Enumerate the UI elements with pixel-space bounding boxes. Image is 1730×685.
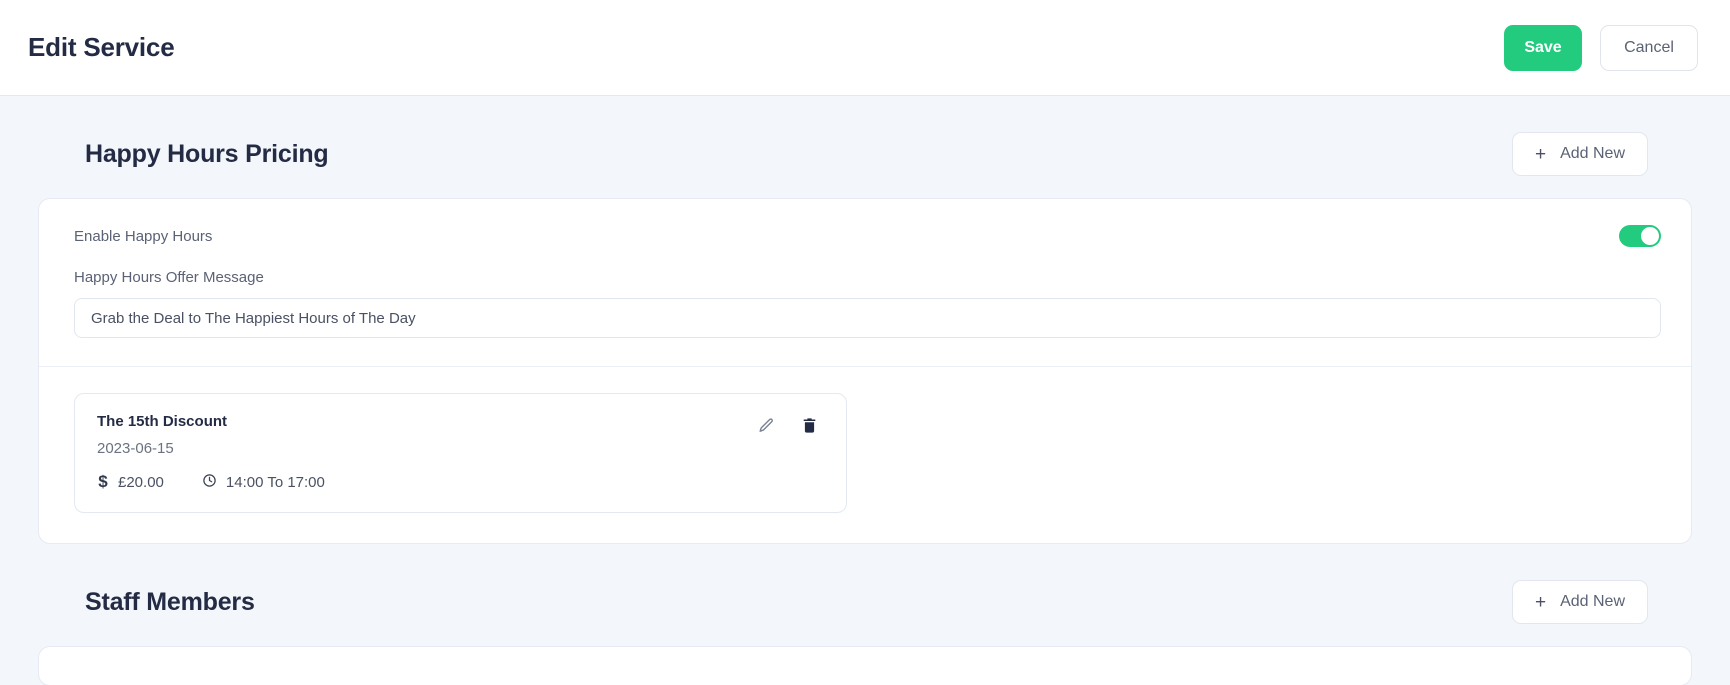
page-title: Edit Service [28, 32, 175, 62]
page-body: Happy Hours Pricing + Add New Enable Hap… [0, 96, 1730, 685]
cancel-button[interactable]: Cancel [1600, 24, 1698, 71]
happy-hours-form: Enable Happy Hours Happy Hours Offer Mes… [39, 199, 1691, 366]
discount-date: 2023-06-15 [97, 440, 174, 457]
discount-item[interactable]: The 15th Discount 2023-06-15 $ £20.00 14… [74, 393, 847, 513]
dollar-icon: $ [98, 472, 108, 491]
happy-hours-items: The 15th Discount 2023-06-15 $ £20.00 14… [39, 367, 1691, 543]
trash-icon [801, 417, 818, 434]
plus-icon: + [1534, 143, 1547, 165]
edit-discount-button[interactable] [758, 417, 775, 434]
discount-price: £20.00 [118, 473, 164, 491]
add-new-label: Add New [1560, 593, 1625, 610]
discount-item-actions [758, 413, 818, 434]
save-button[interactable]: Save [1504, 24, 1582, 71]
pencil-icon [758, 417, 775, 434]
discount-price-group: $ £20.00 [97, 472, 164, 492]
happy-hours-title: Happy Hours Pricing [85, 139, 329, 168]
enable-happy-hours-row: Enable Happy Hours [74, 225, 1661, 247]
header-actions: Save Cancel [1504, 24, 1698, 71]
enable-happy-hours-label: Enable Happy Hours [74, 227, 213, 245]
toggle-knob [1641, 227, 1659, 245]
staff-members-card [38, 646, 1692, 685]
happy-hours-section-header: Happy Hours Pricing + Add New [38, 96, 1692, 176]
delete-discount-button[interactable] [801, 417, 818, 434]
add-new-staff-button[interactable]: + Add New [1511, 580, 1648, 624]
add-new-label: Add New [1560, 145, 1625, 162]
discount-details: The 15th Discount 2023-06-15 $ £20.00 14… [97, 413, 758, 492]
discount-meta: $ £20.00 14:00 To 17:00 [97, 472, 758, 492]
offer-message-input[interactable] [74, 298, 1661, 338]
enable-happy-hours-toggle[interactable] [1619, 225, 1661, 247]
app-header: Edit Service Save Cancel [0, 0, 1730, 96]
plus-icon: + [1534, 591, 1547, 613]
discount-name: The 15th Discount [97, 413, 228, 430]
discount-time-range: 14:00 To 17:00 [225, 473, 325, 491]
clock-icon [202, 473, 217, 492]
discount-time-group: 14:00 To 17:00 [202, 473, 325, 492]
offer-message-label: Happy Hours Offer Message [74, 269, 264, 286]
add-new-happy-hours-button[interactable]: + Add New [1511, 132, 1648, 176]
happy-hours-card: Enable Happy Hours Happy Hours Offer Mes… [38, 198, 1692, 544]
staff-members-section-header: Staff Members + Add New [38, 544, 1692, 624]
staff-members-title: Staff Members [85, 587, 255, 616]
